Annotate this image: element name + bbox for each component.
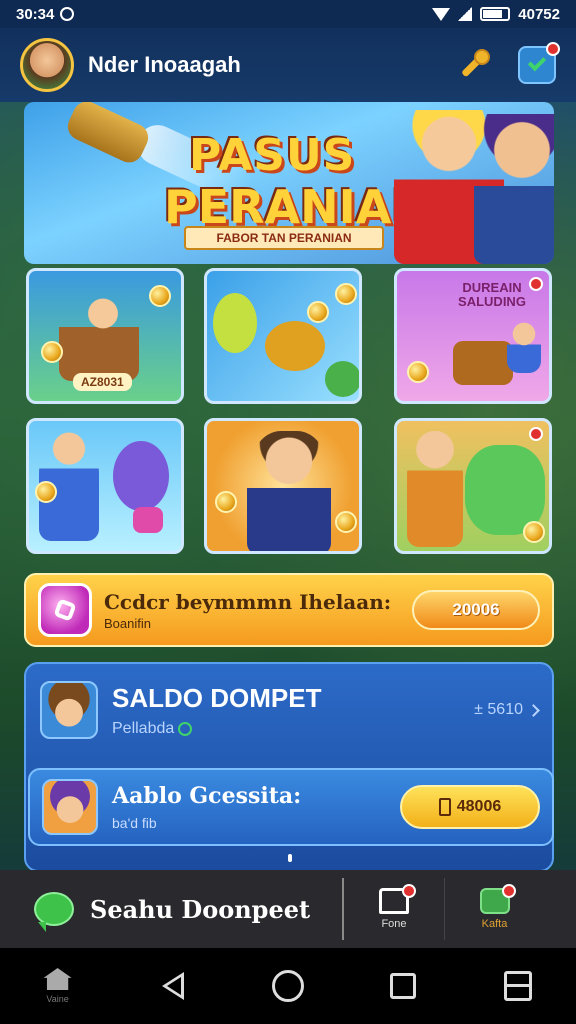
promo-subtitle: Boanifin bbox=[104, 615, 151, 631]
game-tile-2[interactable] bbox=[204, 268, 362, 404]
wifi-icon bbox=[432, 7, 451, 21]
home-icon bbox=[43, 968, 72, 990]
wallet-value-row: ± 5610 bbox=[474, 701, 540, 719]
battery-icon bbox=[480, 7, 511, 21]
scroll-indicator bbox=[288, 854, 292, 862]
nav-back-button[interactable] bbox=[143, 956, 203, 1016]
status-bar: 30:34 40752 bbox=[0, 0, 576, 28]
back-triangle-icon bbox=[161, 972, 184, 1000]
game-character bbox=[407, 431, 463, 547]
notification-badge bbox=[529, 277, 543, 291]
wallet-header-text: SALDO DOMPET Pellabda bbox=[112, 683, 321, 738]
notifications-button[interactable] bbox=[518, 42, 560, 84]
user-avatar[interactable] bbox=[20, 38, 74, 92]
game-tile-3[interactable]: DUREAIN SALUDING bbox=[394, 268, 552, 404]
coin-icon bbox=[335, 283, 357, 305]
nav-home-button[interactable] bbox=[258, 956, 318, 1016]
wallet-title: SALDO DOMPET bbox=[112, 682, 322, 713]
split-screen-icon bbox=[504, 971, 533, 1001]
promo-title: Ccdcr beymmmn Ihelaan: bbox=[104, 589, 392, 614]
water-hose-art bbox=[63, 102, 153, 168]
recents-square-icon bbox=[390, 973, 417, 999]
promo-amount-button[interactable]: 20006 bbox=[412, 590, 540, 630]
wallet-subtitle: Pellabda bbox=[112, 719, 175, 737]
cash-icon bbox=[438, 798, 451, 816]
chat-icon bbox=[34, 892, 74, 932]
notification-badge bbox=[502, 884, 516, 898]
home-circle-icon bbox=[271, 970, 304, 1002]
tab-gift[interactable]: Kafta bbox=[444, 878, 544, 940]
sync-icon bbox=[60, 7, 75, 21]
tab-feed-label: Fone bbox=[381, 918, 407, 930]
nav-home-label: Vaine bbox=[46, 994, 69, 1004]
wallet-search-button[interactable]: Seahu Doonpeet bbox=[34, 878, 344, 940]
game-character bbox=[453, 341, 513, 385]
gem-icon bbox=[38, 583, 92, 637]
search-label: Seahu Doonpeet bbox=[90, 894, 311, 924]
balance-avatar bbox=[42, 779, 98, 835]
notification-badge bbox=[546, 42, 560, 56]
status-icons: 40752 bbox=[432, 6, 560, 23]
banner-title-line1: PASUS bbox=[189, 130, 356, 181]
check-icon bbox=[527, 52, 547, 72]
game-tile-4[interactable] bbox=[26, 418, 184, 554]
wallet-value: ± 5610 bbox=[474, 701, 523, 718]
signal-icon bbox=[458, 7, 473, 21]
status-time: 30:34 bbox=[16, 5, 55, 23]
username: Nder Inoaagah bbox=[88, 52, 241, 77]
coin-icon bbox=[215, 491, 237, 513]
app-header: Nder Inoaagah bbox=[0, 28, 576, 102]
promo-text: Ccdcr beymmmn Ihelaan: Boanifin bbox=[104, 590, 391, 631]
coin-icon bbox=[307, 301, 329, 323]
notification-badge bbox=[402, 884, 416, 898]
gem-icon bbox=[133, 507, 163, 533]
game-tile-1[interactable]: AZ8031 bbox=[26, 268, 184, 404]
withdraw-amount: 48006 bbox=[456, 798, 502, 815]
coin-icon bbox=[35, 481, 57, 503]
key-icon[interactable] bbox=[456, 47, 492, 83]
game-character bbox=[59, 291, 139, 381]
promo-banner[interactable]: Ccdcr beymmmn Ihelaan: Boanifin 20006 bbox=[24, 573, 554, 647]
game-character bbox=[325, 361, 359, 397]
nav-split-button[interactable] bbox=[488, 956, 548, 1016]
coin-icon bbox=[149, 285, 171, 307]
system-nav-bar: Vaine bbox=[0, 948, 576, 1024]
wallet-avatar bbox=[40, 681, 98, 739]
notification-badge bbox=[529, 427, 543, 441]
hero-banner[interactable]: PASUS PERANIAN FABOR TAN PERANIAN bbox=[24, 102, 554, 264]
hero-character-purple-hair bbox=[474, 114, 554, 264]
nav-recents-button[interactable] bbox=[373, 956, 433, 1016]
game-tile-5[interactable] bbox=[204, 418, 362, 554]
coin-icon bbox=[41, 341, 63, 363]
wallet-header-row[interactable]: SALDO DOMPET Pellabda ± 5610 bbox=[40, 678, 540, 742]
battery-text: 40752 bbox=[518, 5, 560, 23]
balance-text: Aablo Gcessita: ba'd fib bbox=[112, 783, 301, 831]
tab-gift-label: Kafta bbox=[481, 918, 508, 930]
coin-icon bbox=[523, 521, 545, 543]
status-dot-icon bbox=[178, 721, 193, 736]
game-character bbox=[113, 441, 169, 511]
game-tile-6[interactable] bbox=[394, 418, 552, 554]
tab-feed[interactable]: Fone bbox=[344, 878, 444, 940]
banner-ribbon: FABOR TAN PERANIAN bbox=[184, 226, 384, 250]
chevron-right-icon bbox=[527, 703, 540, 717]
balance-row: Aablo Gcessita: ba'd fib 48006 bbox=[28, 768, 554, 846]
game-character bbox=[213, 293, 257, 353]
game-character bbox=[247, 431, 331, 551]
game-character bbox=[507, 321, 541, 373]
game-tile-label: AZ8031 bbox=[73, 373, 132, 391]
balance-subtitle: ba'd fib bbox=[112, 815, 157, 831]
game-character bbox=[265, 321, 325, 371]
withdraw-button[interactable]: 48006 bbox=[400, 785, 540, 829]
coin-icon bbox=[407, 361, 429, 383]
status-time-group: 30:34 bbox=[16, 5, 75, 23]
wallet-subtitle-row: Pellabda bbox=[112, 720, 321, 738]
coin-icon bbox=[335, 511, 357, 533]
nav-home-app-button[interactable]: Vaine bbox=[28, 956, 88, 1016]
bottom-app-bar: Seahu Doonpeet Fone Kafta bbox=[0, 870, 576, 948]
wallet-panel: SALDO DOMPET Pellabda ± 5610 Aablo Gcess… bbox=[24, 662, 554, 872]
balance-title: Aablo Gcessita: bbox=[112, 783, 302, 809]
